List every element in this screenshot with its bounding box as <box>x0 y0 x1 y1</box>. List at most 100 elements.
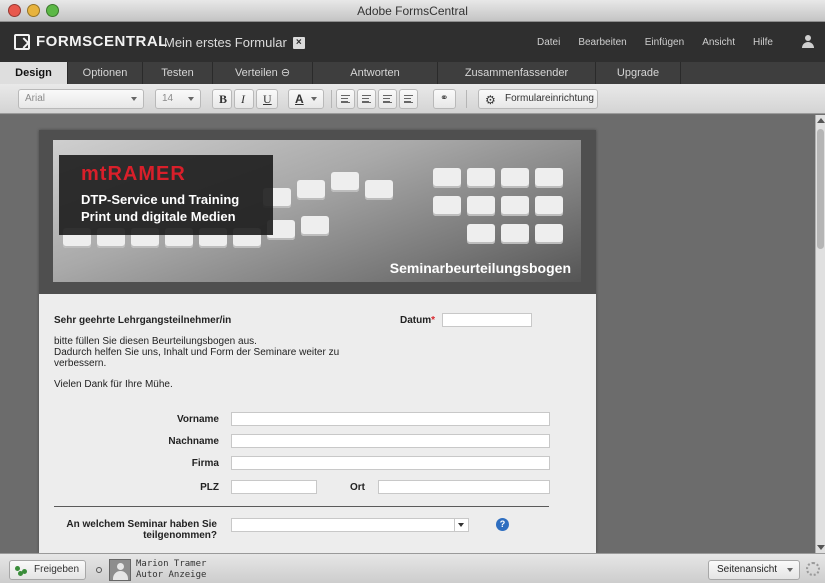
share-button[interactable]: Freigeben <box>9 560 87 580</box>
form-title: Seminarbeurteilungsbogen <box>389 260 571 276</box>
font-family-value: Arial <box>25 93 46 104</box>
tab-verteilen[interactable]: Verteilen ⊖ <box>213 62 313 84</box>
chevron-down-icon <box>188 97 194 101</box>
align-justify-icon <box>404 95 413 103</box>
zoom-window-button[interactable] <box>46 4 59 17</box>
link-button[interactable]: ⚭ <box>433 89 456 109</box>
intro-line: Dadurch helfen Sie uns, Inhalt und Form … <box>54 347 340 358</box>
menu-datei[interactable]: Datei <box>537 37 560 48</box>
tab-optionen[interactable]: Optionen <box>68 62 143 84</box>
nachname-field[interactable] <box>231 434 550 448</box>
close-form-icon[interactable]: × <box>292 36 305 49</box>
align-left-icon <box>341 95 350 103</box>
seminar-select[interactable] <box>231 518 469 532</box>
datum-label-text: Datum <box>400 315 432 326</box>
app-window: Adobe FormsCentral FORMSCENTRAL Mein ers… <box>0 0 825 583</box>
app-header: FORMSCENTRAL Mein erstes Formular × Date… <box>0 22 825 62</box>
tab-testen[interactable]: Testen <box>143 62 213 84</box>
tab-verteilen-label: Verteilen <box>234 67 278 79</box>
firma-field[interactable] <box>231 456 550 470</box>
app-logo-text: FORMSCENTRAL <box>36 33 168 50</box>
formscentral-logo-icon <box>14 33 30 50</box>
form-body: Sehr geehrte Lehrgangsteilnehmer/in Datu… <box>39 294 596 553</box>
menu-einfuegen[interactable]: Einfügen <box>645 37 684 48</box>
font-size-select[interactable]: 14 <box>155 89 201 109</box>
company-logo: mtRAMER <box>81 163 186 185</box>
form-header: mtRAMER DTP-Service und Training Print u… <box>39 130 596 294</box>
app-logo: FORMSCENTRAL <box>14 33 168 50</box>
user-role: Autor Anzeige <box>136 570 207 580</box>
scroll-up-icon[interactable] <box>817 118 825 123</box>
banner-tagline-1: DTP-Service und Training <box>81 192 240 207</box>
page-view-dropdown[interactable]: Seitenansicht <box>708 560 800 580</box>
tab-zusammenfassender-bericht[interactable]: Zusammenfassender Bericht <box>438 62 596 101</box>
ort-label: Ort <box>350 482 365 493</box>
font-size-value: 14 <box>162 93 174 104</box>
datum-label: Datum* <box>400 315 435 326</box>
menu-hilfe[interactable]: Hilfe <box>753 37 773 48</box>
text-color-button[interactable]: A <box>288 89 324 109</box>
tab-bar: Design Optionen Testen Verteilen ⊖ Antwo… <box>0 62 825 101</box>
minimize-window-button[interactable] <box>27 4 40 17</box>
font-family-select[interactable]: Arial <box>18 89 144 109</box>
menu-ansicht[interactable]: Ansicht <box>702 37 735 48</box>
italic-button[interactable]: I <box>234 89 254 109</box>
scroll-thumb[interactable] <box>817 129 824 249</box>
ort-field[interactable] <box>378 480 550 494</box>
banner-logo-box: mtRAMER DTP-Service und Training Print u… <box>59 155 273 235</box>
header-banner-image: mtRAMER DTP-Service und Training Print u… <box>53 140 581 282</box>
form-setup-button[interactable]: ⚙ Formulareinrichtung <box>478 89 598 109</box>
main-menu: Datei Bearbeiten Einfügen Ansicht Hilfe <box>537 37 773 48</box>
align-center-button[interactable] <box>357 89 376 109</box>
align-justify-button[interactable] <box>399 89 418 109</box>
scroll-down-icon[interactable] <box>817 545 825 550</box>
chevron-down-icon <box>311 97 317 101</box>
align-right-icon <box>383 95 392 103</box>
align-right-button[interactable] <box>378 89 397 109</box>
nachname-label: Nachname <box>168 436 219 447</box>
toolbar-divider <box>331 90 332 108</box>
intro-text: bitte füllen Sie diesen Beurteilungsboge… <box>54 336 344 369</box>
help-icon[interactable]: ? <box>496 518 509 531</box>
share-icon <box>15 566 29 576</box>
vertical-scrollbar[interactable] <box>815 115 825 553</box>
form-name: Mein erstes Formular × <box>164 35 305 50</box>
bold-button[interactable]: B <box>212 89 232 109</box>
presence-indicator-icon <box>96 567 102 573</box>
user-name: Marion Tramer <box>136 559 207 569</box>
form-setup-label: Formulareinrichtung <box>505 93 594 104</box>
banner-tagline-2: Print und digitale Medien <box>81 209 236 224</box>
share-label: Freigeben <box>34 564 80 575</box>
align-left-button[interactable] <box>336 89 355 109</box>
link-icon: ⚭ <box>440 93 449 104</box>
datum-field[interactable] <box>442 313 532 327</box>
form-page: mtRAMER DTP-Service und Training Print u… <box>39 130 596 553</box>
chevron-down-icon <box>787 568 793 572</box>
tab-design[interactable]: Design <box>0 62 68 84</box>
intro-line: bitte füllen Sie diesen Beurteilungsboge… <box>54 336 257 347</box>
thanks-text: Vielen Dank für Ihre Mühe. <box>54 379 173 390</box>
firma-label: Firma <box>191 458 219 469</box>
vorname-field[interactable] <box>231 412 550 426</box>
menu-bearbeiten[interactable]: Bearbeiten <box>578 37 626 48</box>
close-window-button[interactable] <box>8 4 21 17</box>
form-setup-icon: ⚙ <box>485 93 496 107</box>
align-center-icon <box>362 95 371 103</box>
required-marker: * <box>431 315 436 326</box>
window-controls <box>8 4 59 17</box>
plz-label: PLZ <box>200 482 219 493</box>
toolbar-divider <box>466 90 467 108</box>
greeting-text: Sehr geehrte Lehrgangsteilnehmer/in <box>54 315 232 326</box>
section-divider <box>54 506 549 507</box>
tab-upgrade[interactable]: Upgrade <box>596 62 681 84</box>
text-color-label: A <box>295 92 304 106</box>
tab-antworten-anzeigen[interactable]: Antworten anzeigen <box>313 62 438 101</box>
chevron-down-icon <box>131 97 137 101</box>
user-icon[interactable] <box>801 35 815 49</box>
plz-field[interactable] <box>231 480 317 494</box>
chevron-down-icon[interactable] <box>454 519 468 531</box>
avatar[interactable] <box>109 559 131 581</box>
status-bar: Freigeben Marion Tramer Autor Anzeige Se… <box>0 553 825 583</box>
underline-button[interactable]: U <box>256 89 278 109</box>
formatting-toolbar: Arial 14 B I U A ⚭ ⚙ Formulareinrichtung <box>0 84 825 114</box>
